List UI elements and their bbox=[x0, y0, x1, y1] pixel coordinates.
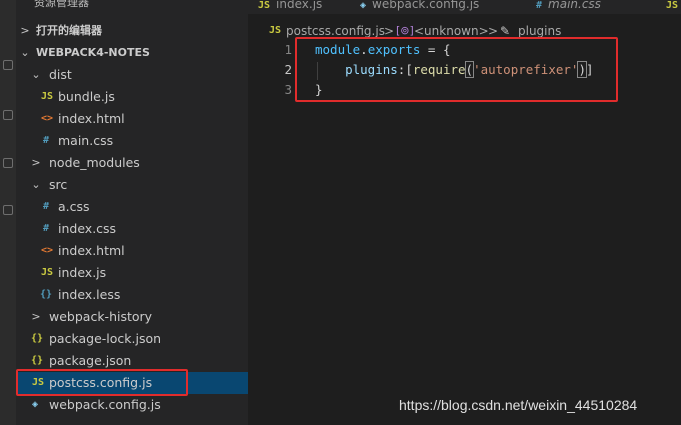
js-file-icon: JS bbox=[41, 267, 54, 278]
tree-item-dist[interactable]: ⌄ dist bbox=[16, 64, 248, 86]
explorer-title: 资源管理器 bbox=[34, 0, 89, 9]
html-file-icon: <> bbox=[41, 113, 54, 124]
tree-item-webpack-config-js[interactable]: ◈ webpack.config.js bbox=[16, 394, 248, 416]
json-file-icon: {} bbox=[31, 333, 44, 344]
js-file-icon: JS bbox=[666, 0, 679, 11]
css-file-icon: # bbox=[43, 223, 50, 234]
tree-item-label: index.css bbox=[58, 221, 117, 236]
tab-label: main.css bbox=[548, 0, 601, 11]
tree-item-index-js[interactable]: JS index.js bbox=[16, 262, 248, 284]
webpack-icon: ◈ bbox=[360, 0, 367, 11]
css-file-icon: # bbox=[43, 135, 50, 146]
explorer-sidebar: 资源管理器 ··· > 打开的编辑器 ⌄ WEBPACK4-NOTES ⌄ di… bbox=[16, 0, 248, 425]
tree-item-index-html[interactable]: <> index.html bbox=[16, 108, 248, 130]
tree-item-node-modules[interactable]: > node_modules bbox=[16, 152, 248, 174]
tree-item-index-css[interactable]: # index.css bbox=[16, 218, 248, 240]
watermark-text: https://blog.csdn.net/weixin_44510284 bbox=[399, 397, 638, 413]
line-number: 2 bbox=[284, 62, 292, 77]
chevron-right-icon: > bbox=[31, 156, 41, 169]
chevron-down-icon: ⌄ bbox=[31, 68, 41, 81]
tree-item-label: dist bbox=[49, 67, 72, 82]
tree-item-label: index.html bbox=[58, 111, 125, 126]
chevron-right-icon: > bbox=[20, 24, 30, 37]
css-file-icon: # bbox=[536, 0, 543, 11]
extensions-icon[interactable] bbox=[3, 205, 13, 215]
chevron-down-icon: ⌄ bbox=[31, 178, 41, 191]
tree-item-label: src bbox=[49, 177, 68, 192]
tree-item-label: main.css bbox=[58, 133, 114, 148]
tree-item-bundle-js[interactable]: JS bundle.js bbox=[16, 86, 248, 108]
less-file-icon: {} bbox=[40, 289, 53, 300]
more-actions-icon[interactable]: ··· bbox=[214, 0, 229, 7]
js-file-icon: JS bbox=[258, 0, 271, 11]
js-file-icon: JS bbox=[269, 25, 282, 36]
js-file-icon: JS bbox=[41, 91, 54, 102]
tree-item-package-lock-json[interactable]: {} package-lock.json bbox=[16, 328, 248, 350]
webpack-icon: ◈ bbox=[32, 399, 39, 410]
tree-item-label: bundle.js bbox=[58, 89, 115, 104]
tab-overflow[interactable]: JS bbox=[666, 0, 681, 14]
tree-item-label: webpack.config.js bbox=[49, 397, 161, 412]
tab-index-js[interactable]: JS index.js bbox=[258, 0, 322, 14]
css-file-icon: # bbox=[43, 201, 50, 212]
tree-item-src-index-html[interactable]: <> index.html bbox=[16, 240, 248, 262]
tree-item-label: index.less bbox=[58, 287, 121, 302]
tree-item-a-css[interactable]: # a.css bbox=[16, 196, 248, 218]
chevron-right-icon: > bbox=[31, 310, 41, 323]
source-control-icon[interactable] bbox=[3, 110, 13, 120]
project-section[interactable]: ⌄ WEBPACK4-NOTES bbox=[16, 42, 248, 64]
tab-webpack-config-js[interactable]: ◈ webpack.config.js bbox=[360, 0, 479, 14]
tree-item-label: webpack-history bbox=[49, 309, 153, 324]
tree-item-label: node_modules bbox=[49, 155, 140, 170]
tab-label: webpack.config.js bbox=[372, 0, 480, 11]
html-file-icon: <> bbox=[41, 245, 54, 256]
line-number: 3 bbox=[284, 82, 292, 97]
project-label: WEBPACK4-NOTES bbox=[36, 46, 150, 59]
tree-item-webpack-history[interactable]: > webpack-history bbox=[16, 306, 248, 328]
tree-item-label: a.css bbox=[58, 199, 90, 214]
activity-bar bbox=[0, 0, 16, 425]
tree-item-label: index.html bbox=[58, 243, 125, 258]
editor-tabs: JS index.js ◈ webpack.config.js # main.css … bbox=[248, 0, 681, 14]
file-highlight-box bbox=[16, 369, 188, 396]
search-icon[interactable] bbox=[3, 60, 13, 70]
tab-label: index.js bbox=[276, 0, 323, 11]
tree-item-index-less[interactable]: {} index.less bbox=[16, 284, 248, 306]
tab-main-css[interactable]: # main.css bbox=[536, 0, 601, 14]
chevron-down-icon: ⌄ bbox=[20, 46, 30, 59]
open-editors-label: 打开的编辑器 bbox=[36, 24, 102, 37]
explorer-header: 资源管理器 ··· bbox=[16, 0, 248, 12]
line-number: 1 bbox=[284, 42, 292, 57]
tree-item-src[interactable]: ⌄ src bbox=[16, 174, 248, 196]
open-editors-section[interactable]: > 打开的编辑器 bbox=[16, 20, 248, 42]
tree-item-label: index.js bbox=[58, 265, 107, 280]
code-highlight-box bbox=[295, 37, 618, 102]
tree-item-label: package-lock.json bbox=[49, 331, 162, 346]
tree-item-main-css[interactable]: # main.css bbox=[16, 130, 248, 152]
debug-icon[interactable] bbox=[3, 158, 13, 168]
